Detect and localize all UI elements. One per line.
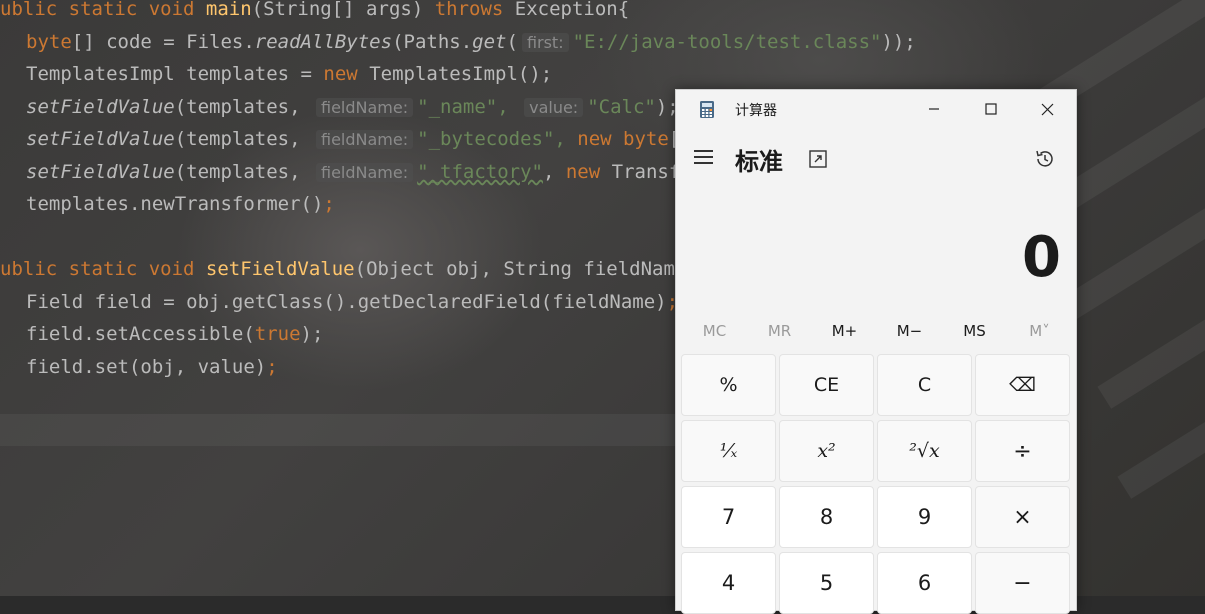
- square-button[interactable]: x²: [779, 420, 874, 482]
- maximize-button[interactable]: [962, 90, 1019, 128]
- code-line-10[interactable]: field.setAccessible(true);: [26, 318, 323, 350]
- result-display: 0: [1022, 225, 1061, 290]
- minimize-button[interactable]: [905, 90, 962, 128]
- code-line-3[interactable]: TemplatesImpl templates = new TemplatesI…: [26, 58, 552, 90]
- close-icon: [1041, 103, 1054, 115]
- memory-clear-button[interactable]: MC: [682, 318, 747, 344]
- mode-title: 标准: [735, 148, 783, 176]
- digit-6-button[interactable]: 6: [877, 552, 972, 614]
- window-title: 计算器: [735, 103, 777, 119]
- backspace-button[interactable]: ⌫: [975, 354, 1070, 416]
- clear-entry-button[interactable]: CE: [779, 354, 874, 416]
- reciprocal-button[interactable]: ¹⁄ₓ: [681, 420, 776, 482]
- digit-5-button[interactable]: 5: [779, 552, 874, 614]
- multiply-button[interactable]: ×: [975, 486, 1070, 548]
- param-hint-fieldname: fieldName:: [316, 130, 414, 149]
- digit-4-button[interactable]: 4: [681, 552, 776, 614]
- param-hint-first: first:: [521, 33, 569, 52]
- code-line-7[interactable]: templates.newTransformer();: [26, 188, 335, 220]
- current-line-highlight: [0, 414, 680, 446]
- divide-button[interactable]: ÷: [975, 420, 1070, 482]
- memory-row: MC MR M+ M− MS M˅: [682, 318, 1072, 344]
- square-root-button[interactable]: ²√x: [877, 420, 972, 482]
- history-icon[interactable]: [1034, 148, 1056, 170]
- param-hint-value: value:: [524, 98, 584, 117]
- digit-9-button[interactable]: 9: [877, 486, 972, 548]
- subtract-button[interactable]: −: [975, 552, 1070, 614]
- keep-on-top-icon[interactable]: [809, 150, 827, 168]
- param-hint-fieldname: fieldName:: [316, 163, 414, 182]
- memory-subtract-button[interactable]: M−: [877, 318, 942, 344]
- calculator-window[interactable]: 计算器 标准 0 MC MR M+ M− MS M˅ % CE C ⌫ ¹⁄ₓ …: [675, 89, 1077, 614]
- maximize-icon: [984, 103, 997, 115]
- memory-add-button[interactable]: M+: [812, 318, 877, 344]
- calculator-titlebar[interactable]: 计算器: [676, 90, 1076, 128]
- memory-recall-button[interactable]: MR: [747, 318, 812, 344]
- calculator-app-icon: [700, 101, 714, 118]
- hamburger-menu-button[interactable]: [694, 148, 716, 166]
- code-line-2[interactable]: byte[] code = Files.readAllBytes(Paths.g…: [26, 26, 916, 58]
- code-line-5[interactable]: setFieldValue(templates, fieldName: "_byt…: [26, 123, 692, 155]
- clear-button[interactable]: C: [877, 354, 972, 416]
- digit-8-button[interactable]: 8: [779, 486, 874, 548]
- code-line-9[interactable]: Field field = obj.getClass().getDeclared…: [26, 286, 678, 318]
- code-line-8[interactable]: ublic static void setFieldValue(Object o…: [0, 253, 698, 285]
- memory-list-button[interactable]: M˅: [1007, 318, 1072, 344]
- param-hint-fieldname: fieldName:: [316, 98, 414, 117]
- code-line-6[interactable]: setFieldValue(templates, fieldName: "_tfa…: [26, 156, 692, 188]
- code-line-4[interactable]: setFieldValue(templates, fieldName: "_nam…: [26, 91, 679, 123]
- minimize-icon: [928, 108, 939, 110]
- percent-button[interactable]: %: [681, 354, 776, 416]
- close-button[interactable]: [1019, 90, 1076, 128]
- memory-store-button[interactable]: MS: [942, 318, 1007, 344]
- code-line-1[interactable]: ublic static void main(String[] args) th…: [0, 0, 629, 25]
- code-line-11[interactable]: field.set(obj, value);: [26, 351, 278, 383]
- digit-7-button[interactable]: 7: [681, 486, 776, 548]
